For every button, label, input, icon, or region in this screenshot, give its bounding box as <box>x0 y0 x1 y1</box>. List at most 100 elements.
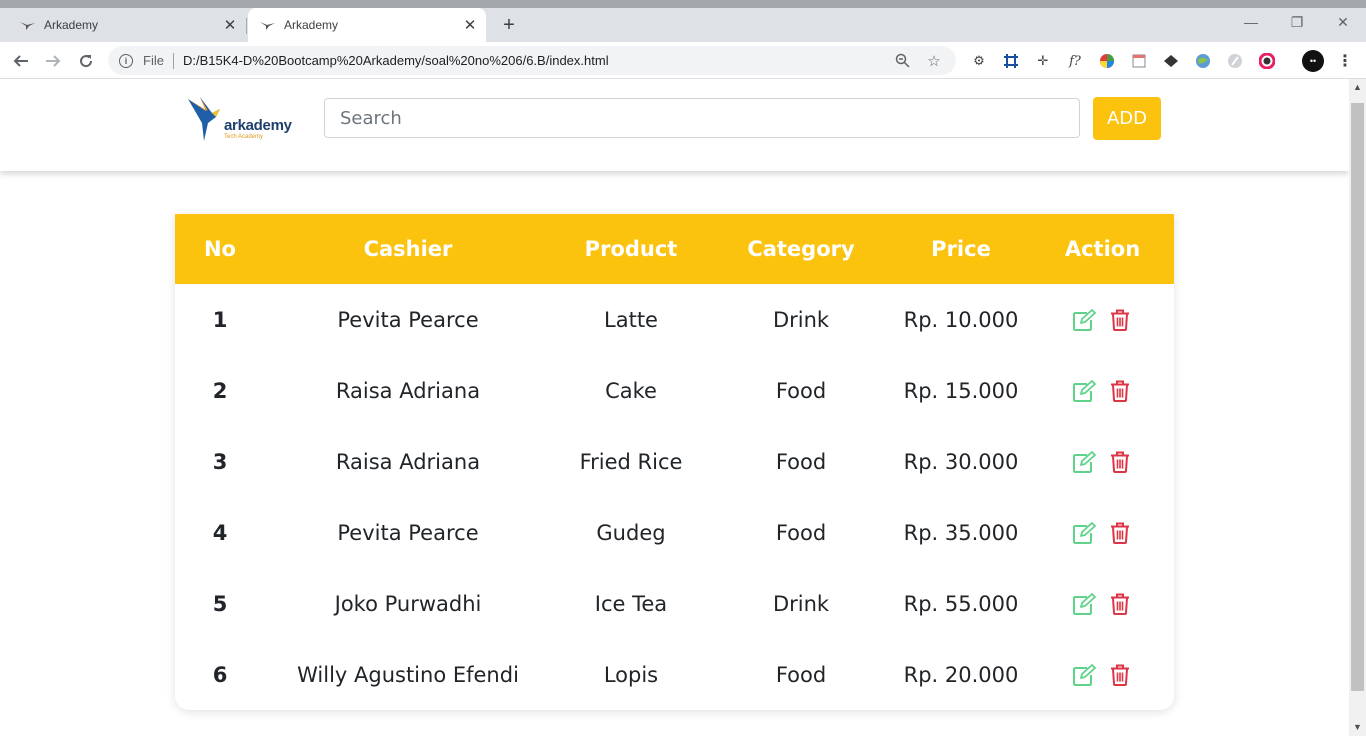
table-row: 1 Pevita Pearce Latte Drink Rp. 10.000 <box>175 284 1174 355</box>
cell-no: 4 <box>212 520 228 545</box>
cell-cashier: Raisa Adriana <box>335 378 481 403</box>
scroll-thumb[interactable] <box>1351 103 1364 691</box>
cell-product: Gudeg <box>596 520 666 545</box>
column-header-no: No <box>203 237 236 261</box>
cell-no: 1 <box>212 307 228 332</box>
extension-gear-icon[interactable]: ⚙ <box>970 52 988 70</box>
table-row: 4 Pevita Pearce Gudeg Food Rp. 35.000 <box>175 497 1174 568</box>
trash-icon[interactable] <box>1110 451 1134 473</box>
column-header-category: Category <box>747 237 855 261</box>
extension-move-icon[interactable]: ✛ <box>1034 52 1052 70</box>
bookmark-star-icon[interactable]: ☆ <box>924 51 944 71</box>
cell-product: Lopis <box>603 662 659 687</box>
cell-category: Food <box>775 378 827 403</box>
cell-cashier: Pevita Pearce <box>337 307 479 332</box>
address-divider <box>172 52 174 69</box>
tab-close-icon[interactable]: ✕ <box>222 17 238 34</box>
trash-icon[interactable] <box>1110 522 1134 544</box>
trash-icon[interactable] <box>1110 593 1134 615</box>
arkademy-favicon-icon <box>20 19 36 31</box>
column-header-product: Product <box>584 237 678 261</box>
tab-title: Arkademy <box>44 18 99 32</box>
cell-product: Fried Rice <box>579 449 683 474</box>
edit-icon[interactable] <box>1072 450 1096 473</box>
row-actions <box>1031 663 1174 686</box>
edit-icon[interactable] <box>1072 308 1096 331</box>
cell-product: Latte <box>604 307 658 332</box>
extension-colorpick-icon[interactable] <box>1258 52 1276 70</box>
table-row: 6 Willy Agustino Efendi Lopis Food Rp. 2… <box>175 639 1174 710</box>
cell-category: Drink <box>772 591 830 616</box>
tab-title: Arkademy <box>284 18 339 32</box>
extension-layers-icon[interactable] <box>1162 52 1180 70</box>
browser-tab-1[interactable]: Arkademy ✕ <box>8 8 246 42</box>
row-actions <box>1031 450 1174 473</box>
tab-close-icon[interactable]: ✕ <box>462 17 478 34</box>
page-viewport: arkademy Tech Academy ADD No Cashier Pro… <box>0 79 1366 736</box>
edit-icon[interactable] <box>1072 379 1096 402</box>
cell-action <box>1031 355 1174 426</box>
extension-font-icon[interactable]: f? <box>1066 52 1084 70</box>
extension-color-wheel-icon[interactable] <box>1098 52 1116 70</box>
table-row: 2 Raisa Adriana Cake Food Rp. 15.000 <box>175 355 1174 426</box>
cell-price: Rp. 10.000 <box>903 307 1019 332</box>
vertical-scrollbar[interactable]: ▲ ▼ <box>1349 79 1366 736</box>
back-arrow-icon[interactable] <box>9 49 33 73</box>
forward-arrow-icon[interactable] <box>41 49 65 73</box>
column-header-cashier: Cashier <box>363 237 453 261</box>
table-body: 1 Pevita Pearce Latte Drink Rp. 10.000 2… <box>175 284 1174 710</box>
zoom-icon[interactable] <box>892 51 912 71</box>
cell-category: Food <box>775 662 827 687</box>
cell-cashier: Raisa Adriana <box>335 449 481 474</box>
row-actions <box>1031 308 1174 331</box>
address-url[interactable]: D:/B15K4-D%20Bootcamp%20Arkademy/soal%20… <box>183 53 892 68</box>
cell-no: 2 <box>212 378 228 403</box>
profile-avatar[interactable]: •• <box>1302 50 1324 72</box>
cell-category: Food <box>775 449 827 474</box>
cell-no: 5 <box>212 591 228 616</box>
cell-cashier: Joko Purwadhi <box>334 591 482 616</box>
cell-price: Rp. 30.000 <box>903 449 1019 474</box>
trash-icon[interactable] <box>1110 664 1134 686</box>
cell-product: Cake <box>605 378 657 403</box>
cell-action <box>1031 497 1174 568</box>
cell-price: Rp. 55.000 <box>903 591 1019 616</box>
extension-window-icon[interactable] <box>1130 52 1148 70</box>
edit-icon[interactable] <box>1072 592 1096 615</box>
cell-price: Rp. 15.000 <box>903 378 1019 403</box>
browser-menu-icon[interactable]: ⋮ <box>1336 52 1354 70</box>
new-tab-button[interactable]: + <box>498 15 520 37</box>
transactions-table: No Cashier Product Category Price Action… <box>175 214 1174 710</box>
address-scheme: File <box>143 53 164 68</box>
minimize-button[interactable]: — <box>1228 12 1274 36</box>
trash-icon[interactable] <box>1110 309 1134 331</box>
app-header: arkademy Tech Academy ADD <box>0 79 1349 171</box>
restore-button[interactable]: ❐ <box>1274 12 1320 36</box>
scroll-down-arrow-icon[interactable]: ▼ <box>1349 719 1366 736</box>
window-frame <box>0 0 1366 8</box>
trash-icon[interactable] <box>1110 380 1134 402</box>
extension-circle-icon[interactable] <box>1226 52 1244 70</box>
cell-no: 6 <box>212 662 228 687</box>
arkademy-logo[interactable]: arkademy Tech Academy <box>186 93 298 143</box>
edit-icon[interactable] <box>1072 663 1096 686</box>
arkademy-favicon-icon <box>260 19 276 31</box>
extension-globe-icon[interactable] <box>1194 52 1212 70</box>
add-button[interactable]: ADD <box>1093 97 1161 140</box>
tab-bar: Arkademy ✕ Arkademy ✕ + — ❐ ✕ <box>0 8 1366 42</box>
window-close-button[interactable]: ✕ <box>1320 12 1366 36</box>
extension-grid-icon[interactable] <box>1002 52 1020 70</box>
table-header-row: No Cashier Product Category Price Action <box>175 214 1174 284</box>
browser-toolbar: i File D:/B15K4-D%20Bootcamp%20Arkademy/… <box>0 42 1366 79</box>
edit-icon[interactable] <box>1072 521 1096 544</box>
scroll-up-arrow-icon[interactable]: ▲ <box>1349 79 1366 96</box>
row-actions <box>1031 592 1174 615</box>
table-row: 3 Raisa Adriana Fried Rice Food Rp. 30.0… <box>175 426 1174 497</box>
reload-icon[interactable] <box>74 49 98 73</box>
info-icon[interactable]: i <box>119 53 133 68</box>
address-bar[interactable]: i File D:/B15K4-D%20Bootcamp%20Arkademy/… <box>108 46 956 75</box>
cell-no: 3 <box>212 449 228 474</box>
hummingbird-logo-icon <box>188 97 220 141</box>
browser-tab-2[interactable]: Arkademy ✕ <box>248 8 486 42</box>
search-input[interactable] <box>324 98 1080 138</box>
